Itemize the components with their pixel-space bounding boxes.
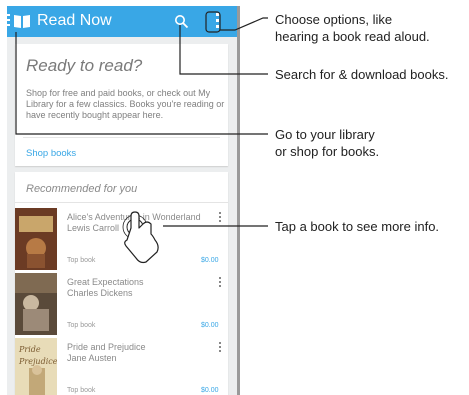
options-callout-line1: Choose options, like [275,12,393,27]
options-highlight [205,11,221,33]
options-callout-line [220,17,268,31]
library-callout-line1: Go to your library [275,127,375,142]
callout-lines [15,11,268,264]
library-callout: Go to your library or shop for books. [275,126,379,160]
touch-hand-icon [122,211,159,264]
options-callout: Choose options, like hearing a book read… [275,11,430,45]
library-callout-line [15,32,268,135]
options-callout-line2: hearing a book read aloud. [275,29,430,44]
library-callout-line2: or shop for books. [275,144,380,159]
search-callout: Search for & download books. [275,67,449,82]
search-callout-line [179,25,268,75]
tap-callout: Tap a book to see more info. [275,219,440,234]
